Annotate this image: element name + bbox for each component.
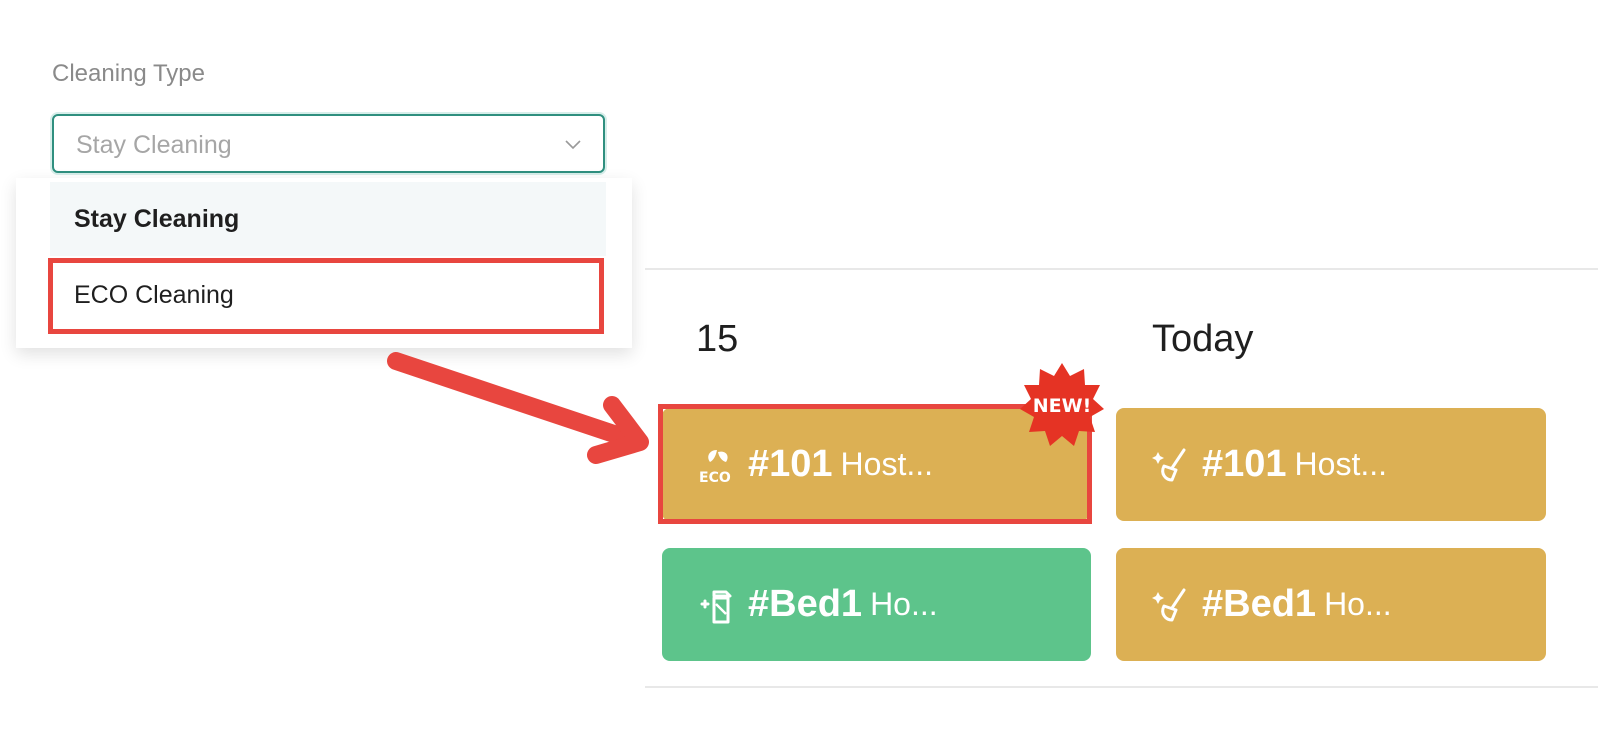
new-badge: NEW! [1020, 363, 1104, 446]
new-badge-label: NEW! [1033, 395, 1092, 417]
option-label: Stay Cleaning [74, 204, 240, 233]
calendar-bottom-divider [645, 686, 1598, 688]
option-stay-cleaning[interactable]: Stay Cleaning [50, 182, 606, 256]
calendar-top-divider [645, 268, 1598, 270]
spray-bottle-icon [696, 584, 738, 626]
day-header-today: Today [1152, 318, 1254, 360]
cleaning-card-today-101[interactable]: #101 Host... [1116, 408, 1546, 521]
card-host-name: Ho... [870, 586, 938, 622]
day-header-15: 15 [696, 318, 739, 360]
cleaning-type-select[interactable]: Stay Cleaning [52, 114, 605, 173]
broom-sparkle-icon [1150, 444, 1192, 486]
chevron-down-icon [565, 140, 581, 150]
card-host-name: Host... [1294, 446, 1388, 482]
highlight-box-eco-option [48, 258, 604, 334]
broom-sparkle-icon [1150, 584, 1192, 626]
cleaning-type-label: Cleaning Type [52, 60, 205, 87]
card-room-number: #Bed1 [748, 583, 863, 625]
cleaning-card-today-bed1[interactable]: #Bed1 Ho... [1116, 548, 1546, 661]
select-current-value: Stay Cleaning [76, 131, 232, 159]
card-room-number: #Bed1 [1202, 583, 1317, 625]
cleaning-card-15-bed1[interactable]: #Bed1 Ho... [662, 548, 1091, 661]
card-host-name: Ho... [1324, 586, 1392, 622]
card-room-number: #101 [1202, 443, 1287, 485]
annotation-arrow-icon [387, 352, 649, 464]
